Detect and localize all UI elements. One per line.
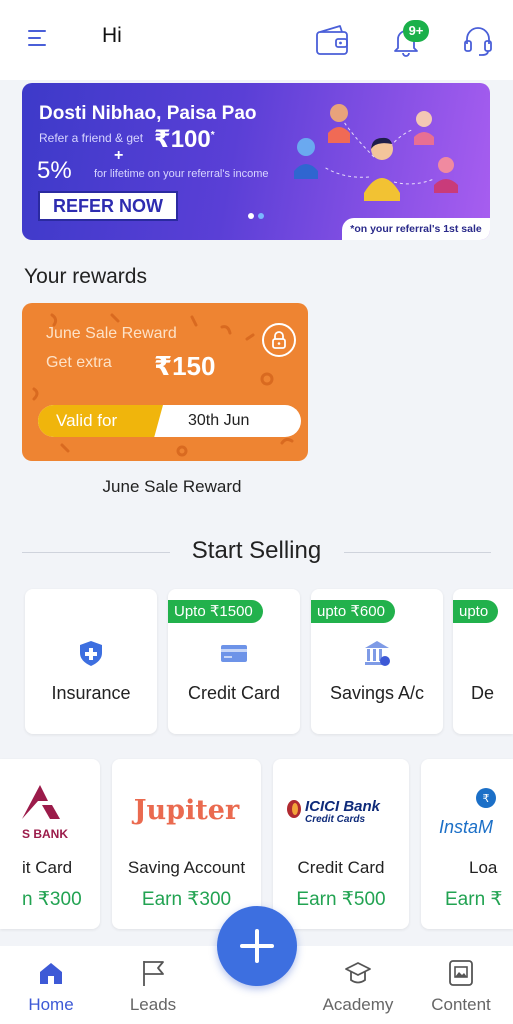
banner-footnote: *on your referral's 1st sale — [342, 218, 490, 240]
banner-plus: + — [114, 147, 124, 164]
product-earn: Earn ₹ — [445, 889, 503, 910]
category-label: Insurance — [51, 683, 131, 703]
reward-amount: ₹150 — [154, 351, 216, 381]
referral-banner[interactable]: Dosti Nibhao, Paisa Pao Refer a friend &… — [22, 83, 490, 240]
valid-date: 30th Jun — [188, 412, 250, 429]
menu-icon[interactable] — [28, 30, 50, 48]
product-name: it Card — [22, 858, 73, 877]
banner-percent: 5% — [37, 157, 72, 184]
category-card-insurance[interactable]: Insurance — [25, 589, 157, 734]
icici-bank-logo: ICICI Bank Credit Cards — [273, 779, 409, 839]
reward-validity: Valid for 30th Jun — [38, 405, 301, 437]
referral-people-illustration — [294, 104, 458, 201]
product-earn: Earn ₹500 — [296, 889, 386, 910]
earning-tag: upto — [453, 600, 499, 623]
category-card-partial[interactable]: upto De — [453, 589, 513, 734]
start-selling-heading: Start Selling — [191, 537, 322, 564]
category-card-savings[interactable]: upto ₹600 Savings A/c — [311, 589, 443, 734]
category-label: De — [471, 683, 495, 703]
category-label: Credit Card — [187, 683, 281, 703]
carousel-dot[interactable] — [258, 213, 264, 219]
home-icon — [40, 963, 62, 984]
shield-plus-icon — [80, 641, 102, 666]
reward-title: June Sale Reward — [46, 325, 177, 342]
svg-text:₹: ₹ — [483, 792, 490, 805]
product-earn: Earn ₹300 — [141, 889, 232, 910]
credit-card-icon — [221, 645, 247, 662]
rewards-heading: Your rewards — [24, 265, 147, 288]
jupiter-logo: Jupiter — [133, 795, 240, 826]
flag-icon — [143, 961, 164, 986]
reward-caption: June Sale Reward — [102, 477, 242, 496]
nav-label: Content — [431, 995, 491, 1014]
banner-title: Dosti Nibhao, Paisa Pao — [39, 103, 257, 124]
product-name: Saving Account — [127, 858, 246, 877]
divider-right — [344, 552, 491, 553]
add-fab-button[interactable] — [217, 906, 297, 986]
bank-icon — [365, 641, 390, 666]
nav-item-leads[interactable]: Leads — [103, 946, 203, 1024]
valid-for-label: Valid for — [38, 405, 163, 437]
carousel-dot-active[interactable] — [248, 213, 254, 219]
product-card-icici[interactable]: ICICI Bank Credit Cards Credit Card Earn… — [273, 759, 409, 929]
image-icon — [449, 960, 473, 986]
nav-label: Academy — [322, 995, 394, 1014]
product-card-axis[interactable]: S BANK it Card n ₹300 — [0, 759, 100, 929]
instamoney-logo: ₹ InstaM — [421, 779, 513, 839]
nav-label: Leads — [129, 995, 177, 1014]
axis-bank-logo: S BANK — [0, 779, 100, 841]
product-name: Loa — [469, 858, 498, 877]
product-earn: n ₹300 — [22, 889, 82, 910]
reward-extra-label: Get extra — [46, 354, 112, 371]
product-card-instamoney[interactable]: ₹ InstaM Loa Earn ₹ — [421, 759, 513, 929]
top-bar: Hi 9+ — [0, 0, 513, 80]
product-card-jupiter[interactable]: Jupiter Saving Account Earn ₹300 — [112, 759, 261, 929]
greeting-text: Hi — [102, 24, 122, 47]
banner-refer-text: Refer a friend & get — [39, 131, 144, 145]
product-name: Credit Card — [297, 858, 385, 877]
reward-card[interactable]: June Sale Reward Get extra ₹150 Valid fo… — [22, 303, 308, 461]
nav-item-academy[interactable]: Academy — [308, 946, 408, 1024]
headset-icon[interactable] — [458, 20, 498, 60]
banner-refer-amount: ₹100* — [154, 126, 215, 153]
refer-now-button[interactable]: REFER NOW — [38, 191, 178, 221]
banner-percent-text: for lifetime on your referral's income — [94, 168, 269, 180]
earning-tag: Upto ₹1500 — [168, 600, 263, 623]
earning-tag: upto ₹600 — [311, 600, 395, 623]
nav-item-home[interactable]: Home — [1, 946, 101, 1024]
category-label: Savings A/c — [329, 683, 425, 703]
wallet-icon[interactable] — [312, 20, 352, 60]
graduation-cap-icon — [345, 962, 371, 984]
nav-item-content[interactable]: Content — [411, 946, 511, 1024]
nav-label: Home — [28, 995, 74, 1014]
lock-icon — [262, 323, 296, 357]
notification-badge: 9+ — [403, 20, 429, 42]
category-card-credit-card[interactable]: Upto ₹1500 Credit Card — [168, 589, 300, 734]
